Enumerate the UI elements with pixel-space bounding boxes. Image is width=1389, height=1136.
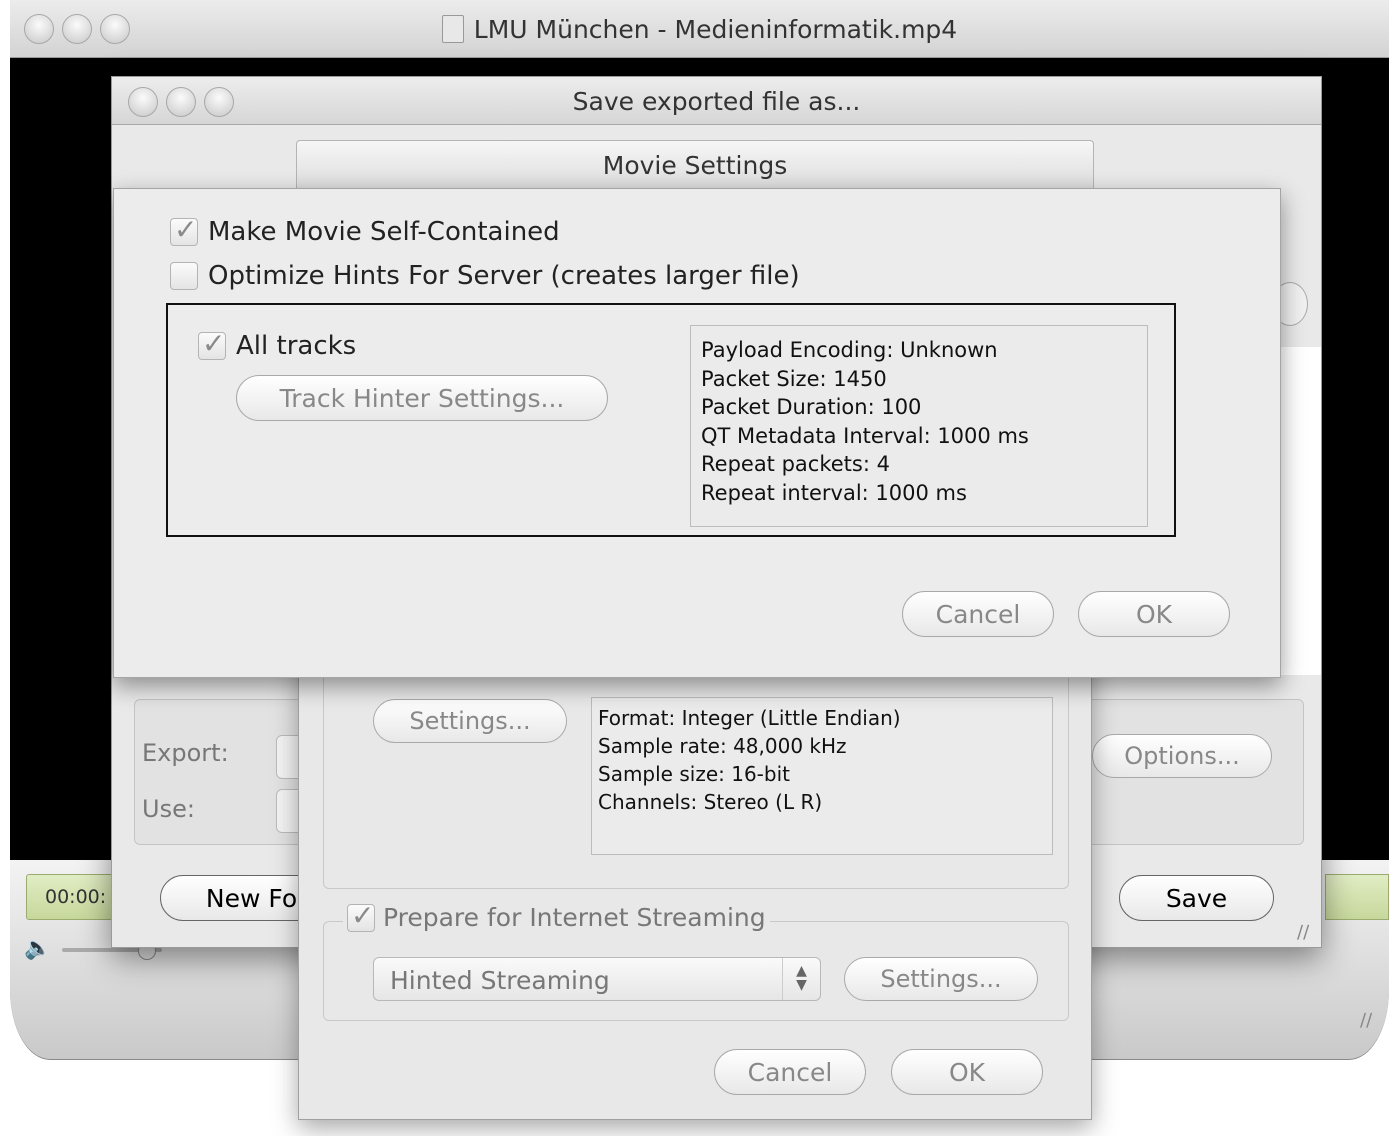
export-label: Export: bbox=[142, 739, 229, 767]
sound-info-line: Channels: Stereo (L R) bbox=[598, 790, 823, 814]
use-label: Use: bbox=[142, 795, 195, 823]
hint-info-line: Repeat packets: 4 bbox=[701, 452, 890, 476]
hint-settings-info: Payload Encoding: Unknown Packet Size: 1… bbox=[690, 325, 1148, 527]
movie-settings-dialog: Make Movie Self-Contained Optimize Hints… bbox=[113, 188, 1281, 678]
streaming-settings-button[interactable]: Settings... bbox=[844, 957, 1038, 1001]
self-contained-label: Make Movie Self-Contained bbox=[208, 217, 560, 247]
sound-settings-button[interactable]: Settings... bbox=[373, 699, 567, 743]
streaming-type-popup[interactable]: Hinted Streaming ▲ ▼ bbox=[373, 957, 821, 1001]
speaker-icon[interactable]: 🔈 bbox=[24, 936, 51, 961]
sound-format-info: Format: Integer (Little Endian) Sample r… bbox=[591, 697, 1053, 855]
resize-grip-icon[interactable]: ∕∕ bbox=[1360, 1010, 1380, 1031]
tracks-box: All tracks Track Hinter Settings... Payl… bbox=[166, 303, 1176, 537]
sound-ok-button[interactable]: OK bbox=[891, 1049, 1043, 1095]
hint-info-line: Payload Encoding: Unknown bbox=[701, 338, 998, 362]
prepare-streaming-row[interactable]: Prepare for Internet Streaming bbox=[343, 899, 770, 932]
movie-settings-title: Movie Settings bbox=[296, 140, 1094, 188]
streaming-type-value: Hinted Streaming bbox=[390, 966, 610, 995]
save-button[interactable]: Save bbox=[1119, 875, 1274, 921]
resize-grip-icon[interactable]: ∕∕ bbox=[1297, 922, 1309, 943]
window-title-text: LMU München - Medieninformatik.mp4 bbox=[473, 15, 958, 44]
sound-info-line: Sample rate: 48,000 kHz bbox=[598, 734, 847, 758]
all-tracks-row[interactable]: All tracks bbox=[198, 327, 357, 361]
hint-info-line: Packet Size: 1450 bbox=[701, 366, 887, 391]
sound-info-line: Format: Integer (Little Endian) bbox=[598, 706, 901, 730]
save-dialog-titlebar: Save exported file as... bbox=[112, 77, 1321, 125]
save-dialog-title: Save exported file as... bbox=[572, 87, 861, 116]
options-button[interactable]: Options... bbox=[1092, 734, 1272, 778]
main-titlebar: LMU München - Medieninformatik.mp4 bbox=[10, 0, 1389, 58]
prepare-streaming-label: Prepare for Internet Streaming bbox=[383, 903, 766, 932]
optimize-hints-label: Optimize Hints For Server (creates large… bbox=[208, 261, 800, 291]
sound-cancel-button[interactable]: Cancel bbox=[714, 1049, 866, 1095]
optimize-hints-checkbox[interactable] bbox=[170, 262, 198, 290]
timeline-end-display bbox=[1325, 874, 1389, 920]
up-down-arrows-icon: ▲ ▼ bbox=[782, 958, 820, 1000]
optimize-hints-row[interactable]: Optimize Hints For Server (creates large… bbox=[170, 261, 800, 291]
hint-info-line: Repeat interval: 1000 ms bbox=[701, 480, 967, 505]
hint-info-line: Packet Duration: 100 bbox=[701, 395, 922, 419]
self-contained-row[interactable]: Make Movie Self-Contained bbox=[170, 213, 560, 247]
movie-cancel-button[interactable]: Cancel bbox=[902, 591, 1054, 637]
all-tracks-checkbox[interactable] bbox=[198, 327, 226, 360]
movie-ok-button[interactable]: OK bbox=[1078, 591, 1230, 637]
hint-info-line: QT Metadata Interval: 1000 ms bbox=[701, 423, 1029, 448]
prepare-streaming-checkbox[interactable] bbox=[347, 899, 375, 932]
track-hinter-settings-button[interactable]: Track Hinter Settings... bbox=[236, 375, 608, 421]
sound-info-line: Sample size: 16-bit bbox=[598, 762, 790, 786]
all-tracks-label: All tracks bbox=[236, 331, 357, 361]
window-title: LMU München - Medieninformatik.mp4 bbox=[10, 15, 1389, 44]
document-icon bbox=[441, 15, 464, 43]
self-contained-checkbox[interactable] bbox=[170, 213, 198, 246]
